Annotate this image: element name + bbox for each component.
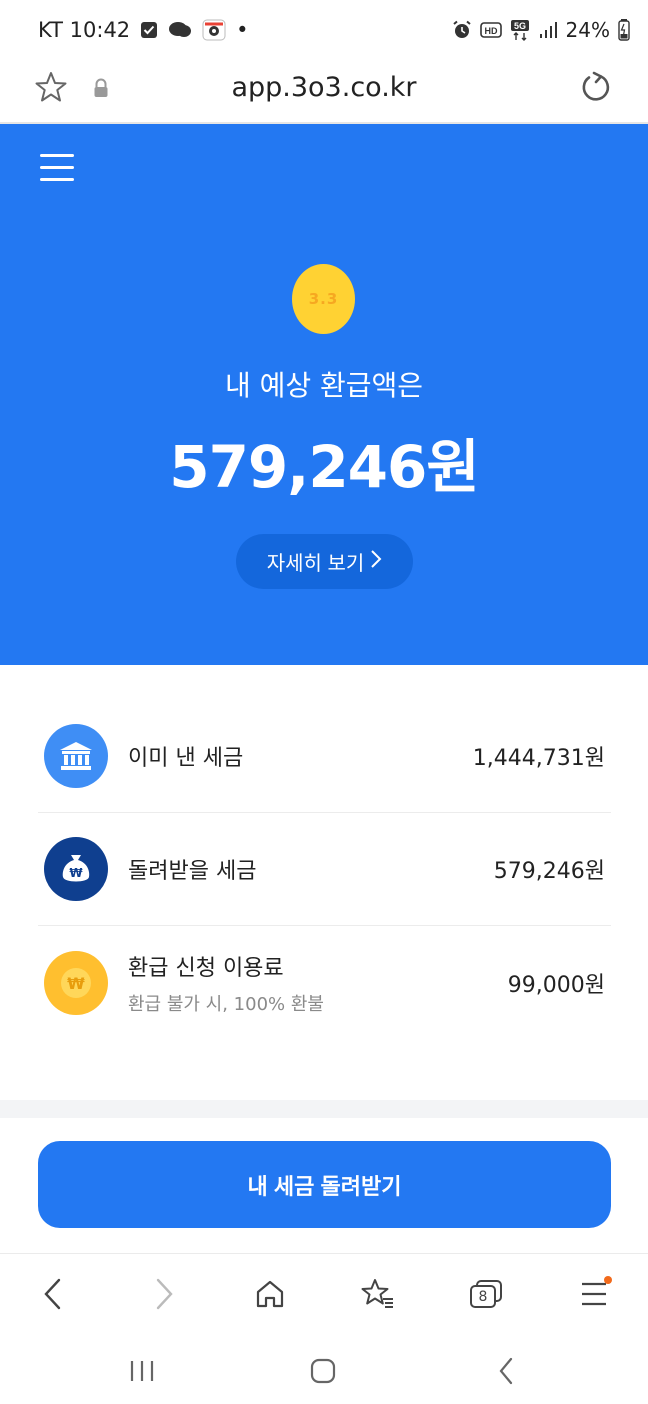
row-text: 돌려받을 세금 (128, 853, 494, 885)
list-item: ₩ 환급 신청 이용료 환급 불가 시, 100% 환불 99,000원 (38, 926, 611, 1039)
menu-line-icon (40, 154, 74, 157)
refund-amount: 579,246원 (169, 433, 480, 501)
bank-icon (44, 724, 108, 788)
menu-line-icon (40, 178, 74, 181)
svg-text:5G: 5G (514, 21, 526, 31)
svg-text:₩: ₩ (67, 974, 85, 993)
back-nav-icon[interactable] (486, 1351, 526, 1391)
row-text: 환급 신청 이용료 환급 불가 시, 100% 환불 (128, 950, 508, 1016)
forward-icon[interactable] (144, 1274, 184, 1314)
tabs-button[interactable]: 8 (466, 1274, 506, 1314)
alarm-icon (452, 20, 472, 40)
back-icon[interactable] (33, 1274, 73, 1314)
signal-icon (538, 21, 558, 39)
list-item: 이미 낸 세금 1,444,731원 (38, 700, 611, 813)
menu-line-icon (40, 166, 74, 169)
battery-icon (618, 19, 630, 41)
chevron-right-icon (370, 549, 382, 575)
browser-toolbar: 8 (0, 1253, 648, 1333)
svg-text:HD: HD (484, 26, 497, 36)
notification-dot (604, 1276, 612, 1284)
tax-breakdown-list: 이미 낸 세금 1,444,731원 ₩ 돌려받을 세금 579,246원 ₩ … (38, 700, 611, 1039)
status-right: HD 5G 24% (452, 18, 630, 42)
system-navigation-bar (0, 1333, 648, 1404)
home-icon[interactable] (250, 1274, 290, 1314)
recent-apps-icon[interactable] (122, 1351, 162, 1391)
status-left: KT 10:42 • (38, 18, 249, 42)
status-dot: • (236, 18, 249, 42)
won-coin-icon: ₩ (44, 950, 108, 1015)
bookmarks-icon[interactable] (358, 1274, 398, 1314)
refund-subtitle: 내 예상 환급액은 (224, 369, 424, 402)
row-value: 1,444,731원 (472, 746, 605, 771)
chat-icon (168, 20, 192, 40)
section-divider (0, 1100, 648, 1118)
view-details-label: 자세히 보기 (266, 553, 365, 575)
refund-hero: 3.3 내 예상 환급액은 579,246원 자세히 보기 (0, 124, 648, 665)
svg-text:₩: ₩ (69, 866, 83, 880)
row-sublabel: 환급 불가 시, 100% 환불 (128, 993, 324, 1015)
battery-percent: 24% (565, 18, 610, 42)
money-bag-icon: ₩ (44, 837, 108, 901)
get-tax-refund-button[interactable]: 내 세금 돌려받기 (38, 1141, 611, 1228)
checkbox-icon (140, 21, 158, 39)
menu-icon[interactable] (574, 1274, 614, 1314)
row-value: 579,246원 (493, 859, 605, 884)
row-text: 이미 낸 세금 (128, 740, 473, 772)
tab-count: 8 (478, 1289, 488, 1305)
hamburger-menu-button[interactable] (40, 154, 74, 184)
coin-logo-icon: 3.3 (292, 264, 355, 334)
browser-address-bar: app.3o3.co.kr (0, 62, 648, 124)
status-bar: KT 10:42 • HD 5G 24% (0, 0, 648, 62)
home-nav-icon[interactable] (303, 1351, 343, 1391)
row-label: 이미 낸 세금 (128, 746, 244, 771)
row-label: 환급 신청 이용료 (128, 955, 284, 981)
row-label: 돌려받을 세금 (128, 859, 257, 884)
carrier-time: KT 10:42 (38, 18, 131, 42)
maps-icon (202, 19, 226, 41)
list-item: ₩ 돌려받을 세금 579,246원 (38, 813, 611, 926)
reload-icon[interactable] (580, 70, 612, 108)
row-value: 99,000원 (507, 972, 605, 998)
view-details-button[interactable]: 자세히 보기 (236, 534, 413, 589)
coin-label: 3.3 (308, 290, 339, 308)
hd-icon: HD (479, 21, 502, 39)
url-text[interactable]: app.3o3.co.kr (0, 72, 648, 103)
5g-icon: 5G (510, 19, 530, 41)
